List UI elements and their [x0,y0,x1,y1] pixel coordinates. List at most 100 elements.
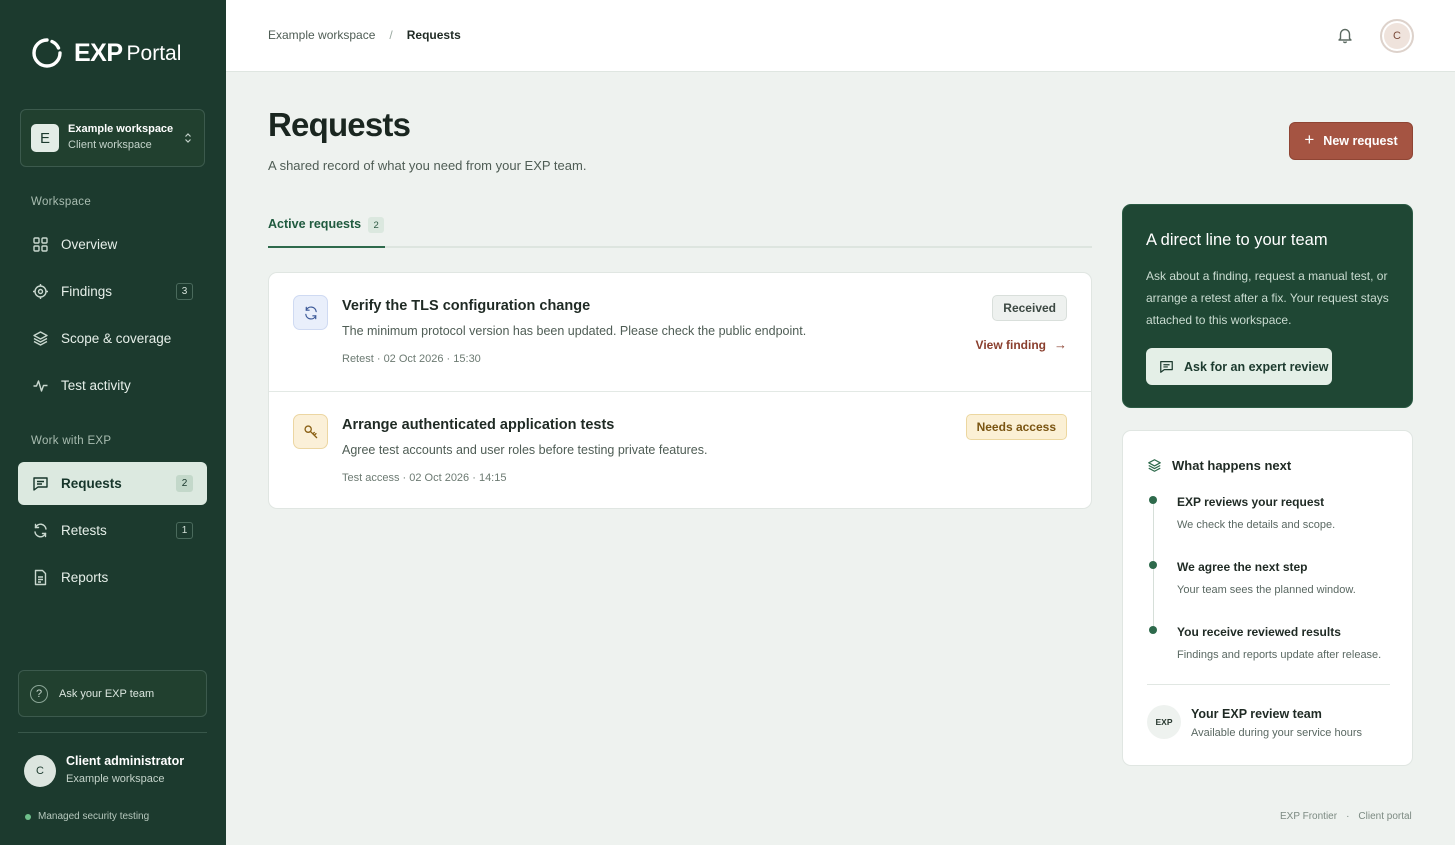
arrow-right-icon: → [1054,337,1067,352]
request-meta: Test access · 02 Oct 2026 · 14:15 [342,472,507,484]
request-meta: Retest · 02 Oct 2026 · 15:30 [342,353,481,365]
new-request-button[interactable]: + New request [1289,122,1413,160]
divider [1147,684,1390,685]
team-availability: Available during your service hours [1191,727,1362,739]
request-description: Agree test accounts and user roles befor… [342,443,708,457]
managed-label: Managed security testing [38,811,150,822]
expert-review-button[interactable]: Ask for an expert review [1146,348,1332,385]
step-desc: Findings and reports update after releas… [1177,649,1382,661]
sidebar-item-reports[interactable]: Reports [18,556,207,599]
new-request-label: New request [1323,134,1398,148]
request-title: Arrange authenticated application tests [342,417,615,433]
page-subtitle: A shared record of what you need from yo… [268,158,587,173]
workspace-switcher[interactable]: E Example workspace Client workspace [20,109,205,167]
grid-icon [33,237,48,252]
chevron-updown-icon [185,133,191,143]
request-title: Verify the TLS configuration change [342,298,591,314]
refresh-icon [34,523,47,538]
step-title: You receive reviewed results [1177,625,1341,639]
status-dot-icon [25,813,31,820]
message-icon [1160,361,1173,373]
managed-status: Managed security testing [25,811,149,822]
sidebar-item-label: Scope & coverage [61,331,172,346]
step-dot [1149,496,1157,504]
user-name: Client administrator [66,754,185,768]
tab-label: Active requests [268,217,362,231]
brand-logo[interactable]: EXP Portal [31,36,181,70]
breadcrumb-workspace[interactable]: Example workspace [268,28,375,42]
request-description: The minimum protocol version has been up… [342,324,807,338]
brand-name-bold: EXP [74,38,123,67]
refresh-icon [293,295,328,330]
sidebar-item-label: Requests [61,476,122,491]
request-list: Verify the TLS configuration change The … [268,272,1092,509]
user-workspace: Example workspace [66,773,165,785]
direct-line-card: A direct line to your team Ask about a f… [1122,204,1413,408]
logo-ring-icon [32,38,62,68]
step-dot [1149,561,1157,569]
ask-team-button[interactable]: ? Ask your EXP team [18,670,207,717]
user-profile[interactable]: C Client administrator Example workspace [24,753,184,789]
help-icon: ? [30,684,48,703]
sidebar-item-requests[interactable]: Requests 2 [18,462,207,505]
next-header: What happens next [1147,458,1291,473]
breadcrumb-separator: / [389,28,393,42]
sidebar-item-label: Findings [61,284,113,299]
step-title: EXP reviews your request [1177,495,1325,509]
activity-icon [33,380,48,392]
sidebar-item-retests[interactable]: Retests 1 [18,509,207,552]
tab-count-badge: 2 [368,217,385,233]
user-avatar: C [24,755,56,787]
step-title: We agree the next step [1177,560,1308,574]
sidebar-item-label: Retests [61,523,107,538]
footer-separator: · [1346,811,1350,822]
view-finding-label: View finding [975,337,1046,352]
section-label-workspace: Workspace [31,196,92,208]
key-icon [293,414,328,449]
sidebar-item-scope[interactable]: Scope & coverage [18,317,207,360]
cta-body: Ask about a finding, request a manual te… [1146,269,1389,327]
team-name: Your EXP review team [1191,707,1322,721]
sidebar-item-overview[interactable]: Overview [18,223,207,266]
step-dot [1149,626,1157,634]
document-icon [34,569,47,586]
next-title: What happens next [1172,458,1292,473]
tabs-divider [268,246,1092,248]
view-finding-link[interactable]: View finding → [976,337,1067,352]
findings-count-badge: 3 [176,283,193,300]
requests-count-badge: 2 [176,475,193,492]
message-icon [33,477,48,491]
top-bar: Example workspace / Requests C [226,0,1455,72]
brand-name-light: Portal [126,42,182,65]
status-badge: Needs access [965,414,1067,440]
page-title: Requests [268,106,411,143]
sidebar-item-test-activity[interactable]: Test activity [18,364,207,407]
workspace-avatar: E [31,124,59,152]
ask-team-label: Ask your EXP team [59,687,155,700]
footer-portal: Client portal [1358,811,1412,822]
sidebar-item-label: Reports [61,570,109,585]
cta-title: A direct line to your team [1146,231,1328,249]
account-avatar[interactable]: C [1380,19,1414,53]
bell-icon[interactable] [1336,26,1354,44]
step-desc: Your team sees the planned window. [1177,584,1356,596]
request-item[interactable]: Verify the TLS configuration change The … [269,273,1091,391]
status-badge: Received [992,295,1067,321]
sidebar: EXP Portal E Example workspace Client wo… [0,0,226,845]
what-happens-next-card: What happens next EXP reviews your reque… [1122,430,1413,766]
step-desc: We check the details and scope. [1177,519,1336,531]
sidebar-item-label: Overview [61,237,118,252]
plus-icon: + [1304,130,1315,149]
section-label-work: Work with EXP [31,435,112,447]
sidebar-item-label: Test activity [61,378,131,393]
breadcrumb: Example workspace / Requests [268,28,461,42]
layers-icon [1148,459,1161,472]
request-item[interactable]: Arrange authenticated application tests … [269,391,1091,509]
breadcrumb-current: Requests [406,28,461,42]
footer: EXP Frontier · Client portal [1280,811,1412,822]
retests-count-badge: 1 [176,522,193,539]
tab-active-requests[interactable]: Active requests 2 [268,217,386,248]
sidebar-item-findings[interactable]: Findings 3 [18,270,207,313]
team-avatar: EXP [1147,705,1181,739]
target-icon [33,284,48,299]
